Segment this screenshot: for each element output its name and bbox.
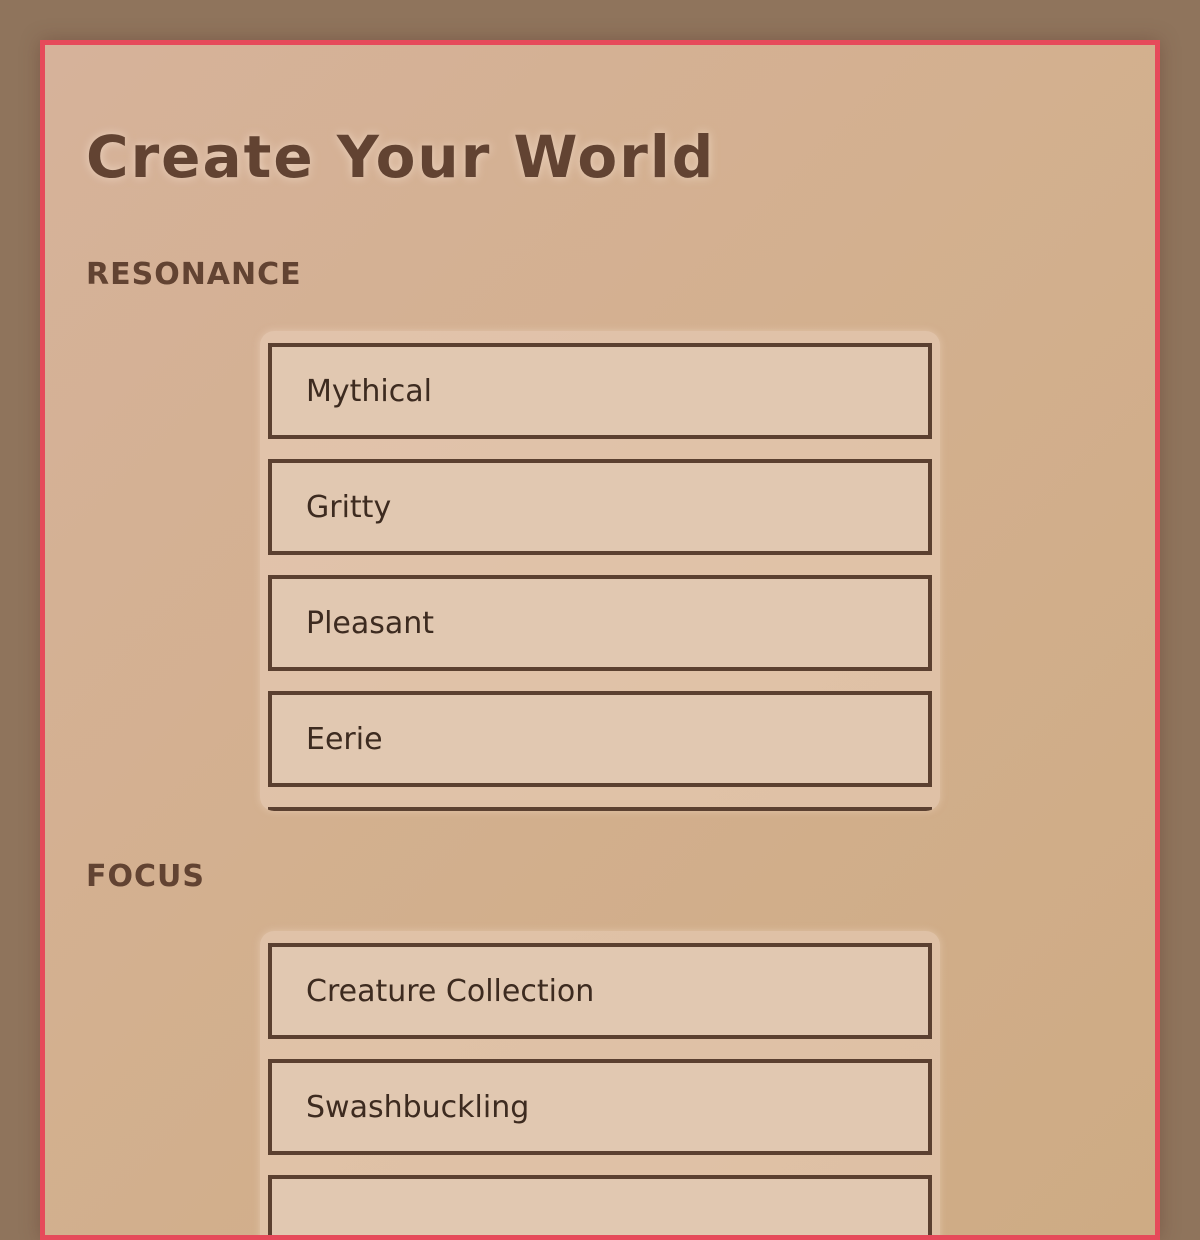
resonance-option-pleasant[interactable]: Pleasant bbox=[268, 575, 932, 671]
resonance-list-divider bbox=[268, 807, 932, 811]
resonance-option-gritty[interactable]: Gritty bbox=[268, 459, 932, 555]
resonance-section-label: RESONANCE bbox=[86, 257, 302, 292]
focus-option-partial[interactable] bbox=[268, 1175, 932, 1235]
focus-option-swashbuckling[interactable]: Swashbuckling bbox=[268, 1059, 932, 1155]
focus-section-label: FOCUS bbox=[86, 859, 205, 894]
page-title: Create Your World bbox=[86, 123, 716, 191]
focus-option-creature-collection[interactable]: Creature Collection bbox=[268, 943, 932, 1039]
resonance-option-list: Mythical Gritty Pleasant Eerie bbox=[260, 331, 940, 811]
resonance-option-mythical[interactable]: Mythical bbox=[268, 343, 932, 439]
focus-option-list: Creature Collection Swashbuckling bbox=[260, 931, 940, 1235]
resonance-option-eerie[interactable]: Eerie bbox=[268, 691, 932, 787]
world-creation-panel: Create Your World RESONANCE Mythical Gri… bbox=[40, 40, 1160, 1240]
